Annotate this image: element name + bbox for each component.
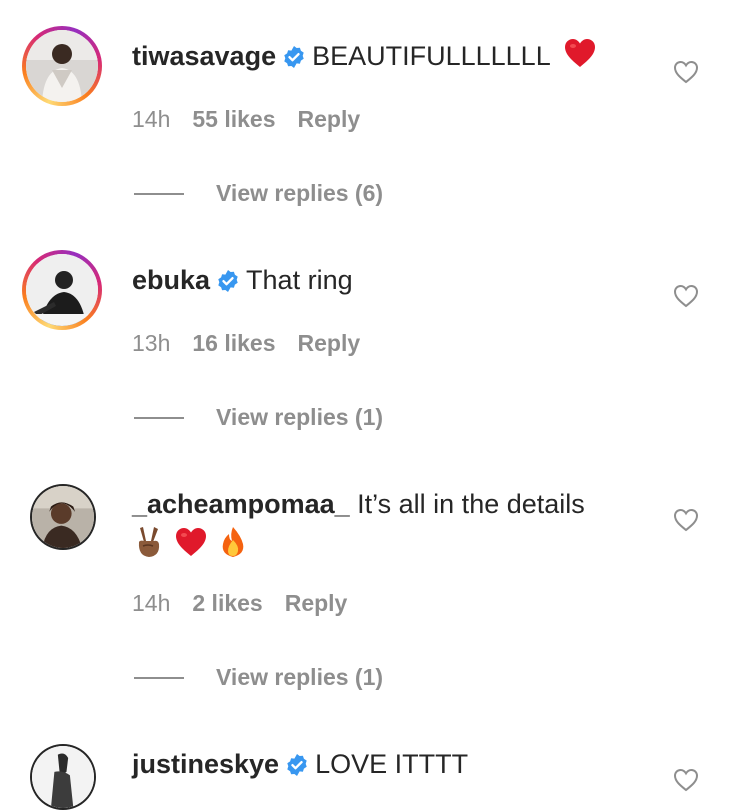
emoji-row [134, 526, 247, 563]
like-heart-icon[interactable] [673, 508, 699, 532]
victory-hand-icon [134, 526, 164, 563]
comment-line: justineskye LOVE ITTTT [132, 746, 468, 786]
avatar-photo [32, 486, 94, 548]
view-replies-button[interactable]: View replies (1) [134, 404, 383, 431]
avatar-photo [32, 746, 94, 808]
comment-text: BEAUTIFULLLLLLL [312, 41, 550, 71]
comment-time: 13h [132, 330, 171, 356]
comment-time: 14h [132, 106, 171, 132]
like-heart-icon[interactable] [673, 60, 699, 84]
avatar[interactable] [22, 26, 102, 106]
fire-icon [219, 526, 247, 563]
reply-button[interactable]: Reply [298, 330, 361, 356]
username[interactable]: justineskye [132, 749, 279, 779]
comment-meta: 14h 2 likes Reply [132, 590, 369, 617]
username[interactable]: ebuka [132, 265, 210, 295]
reply-button[interactable]: Reply [298, 106, 361, 132]
divider [134, 676, 184, 679]
verified-badge-icon [216, 266, 240, 302]
red-heart-icon [174, 527, 208, 562]
avatar-photo [26, 30, 98, 102]
comment-line: tiwasavage BEAUTIFULLLLLLL [132, 38, 597, 78]
comment-time: 14h [132, 590, 171, 616]
like-heart-icon[interactable] [673, 284, 699, 308]
comment-text: LOVE ITTTT [315, 749, 469, 779]
verified-badge-icon [282, 42, 306, 78]
avatar-photo [26, 254, 98, 326]
view-replies-label: View replies (1) [216, 404, 384, 430]
likes-count[interactable]: 16 likes [192, 330, 275, 356]
comment-meta: 14h 55 likes Reply [132, 106, 382, 133]
like-heart-icon[interactable] [673, 768, 699, 792]
avatar[interactable] [22, 250, 102, 330]
comment-line: _acheampomaa_ It’s all in the details [132, 486, 585, 522]
username[interactable]: _acheampomaa_ [132, 489, 350, 519]
likes-count[interactable]: 55 likes [192, 106, 275, 132]
verified-badge-icon [285, 750, 309, 786]
avatar[interactable] [30, 484, 96, 550]
comment-meta: 13h 16 likes Reply [132, 330, 382, 357]
divider [134, 416, 184, 419]
avatar[interactable] [30, 744, 96, 810]
comment-line: ebuka That ring [132, 262, 353, 302]
reply-button[interactable]: Reply [285, 590, 348, 616]
red-heart-icon [563, 38, 597, 77]
comment-text: That ring [246, 265, 353, 295]
divider [134, 192, 184, 195]
view-replies-label: View replies (1) [216, 664, 384, 690]
username[interactable]: tiwasavage [132, 41, 276, 71]
view-replies-label: View replies (6) [216, 180, 384, 206]
view-replies-button[interactable]: View replies (1) [134, 664, 383, 691]
comment-text: It’s all in the details [357, 489, 585, 519]
likes-count[interactable]: 2 likes [192, 590, 262, 616]
view-replies-button[interactable]: View replies (6) [134, 180, 383, 207]
